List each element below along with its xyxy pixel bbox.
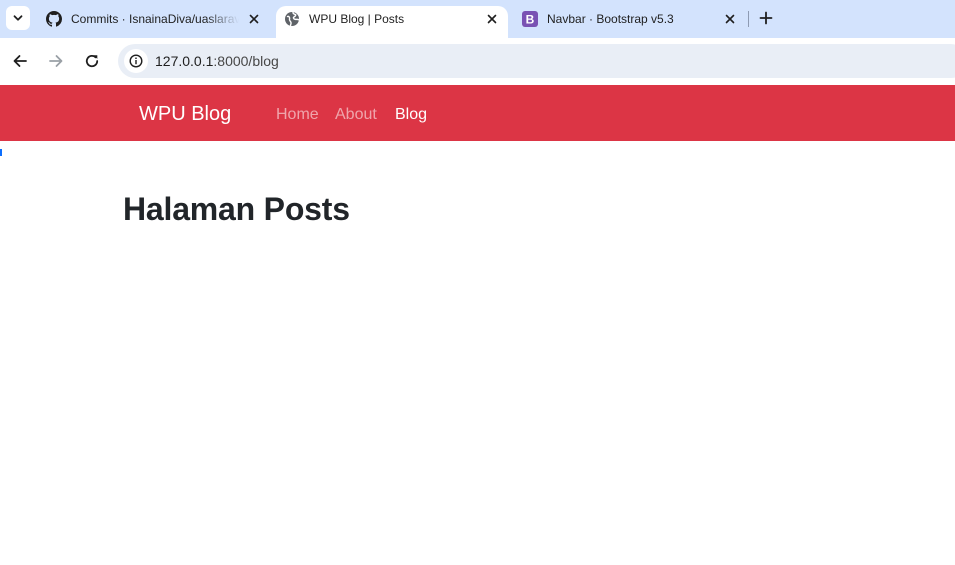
tab-title: Commits · IsnainaDiva/uaslaravel [71,12,239,26]
bootstrap-icon: B [522,11,538,27]
reload-button[interactable] [81,50,103,72]
nav-link-blog[interactable]: Blog [395,106,427,124]
info-icon [129,54,143,68]
github-icon [46,11,62,27]
tab-strip: Commits · IsnainaDiva/uaslaravel WPU Blo… [0,0,955,38]
bootstrap-letter: B [526,13,535,27]
url-host: 127.0.0.1 [155,53,214,69]
site-navbar: WPU Blog Home About Blog [0,85,955,141]
tab-wpu-blog-posts[interactable]: WPU Blog | Posts [284,0,504,38]
page-title: Halaman Posts [123,191,350,227]
plus-icon [759,11,773,25]
close-icon[interactable] [484,11,500,27]
url-text[interactable]: 127.0.0.1:8000/blog [155,53,279,69]
chevron-down-icon [13,15,23,21]
navbar-brand[interactable]: WPU Blog [139,103,231,126]
close-icon[interactable] [246,11,262,27]
edge-marker [0,149,2,156]
globe-icon [284,11,300,27]
address-bar[interactable]: 127.0.0.1:8000/blog [118,44,955,78]
site-info-button[interactable] [124,49,148,73]
new-tab-button[interactable] [756,8,776,28]
nav-link-home[interactable]: Home [276,106,319,124]
tab-bootstrap-navbar[interactable]: B Navbar · Bootstrap v5.3 [522,0,748,38]
forward-button[interactable] [45,50,67,72]
url-path: :8000/blog [213,53,279,69]
browser-toolbar: 127.0.0.1:8000/blog [0,38,955,84]
reload-icon [85,54,99,68]
tab-title: Navbar · Bootstrap v5.3 [547,12,674,26]
tab-separator [748,11,749,27]
tab-search-button[interactable] [6,6,30,30]
back-button[interactable] [9,50,31,72]
arrow-right-icon [49,55,63,67]
nav-link-about[interactable]: About [335,106,377,124]
tab-github-commits[interactable]: Commits · IsnainaDiva/uaslaravel [46,0,272,38]
tab-title: WPU Blog | Posts [309,12,405,26]
close-icon[interactable] [722,11,738,27]
arrow-left-icon [13,55,27,67]
